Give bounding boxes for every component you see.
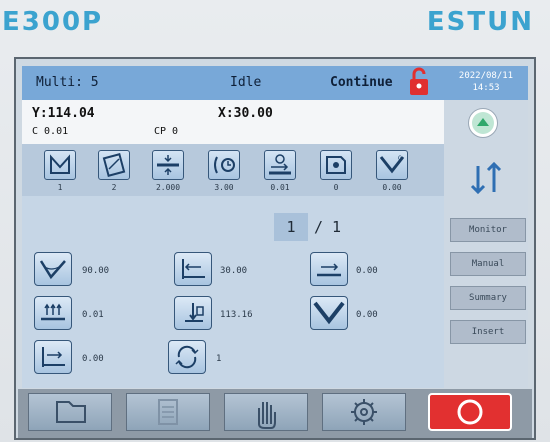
run-mode[interactable]: Continue bbox=[330, 75, 393, 90]
sidebar: Monitor Manual Summary Insert bbox=[444, 100, 528, 388]
crowning-icon[interactable] bbox=[310, 296, 348, 330]
x-position: X:30.00 bbox=[218, 106, 273, 121]
y-axis-value: 113.16 bbox=[220, 310, 253, 320]
stop-icon[interactable] bbox=[428, 393, 512, 431]
folder-icon[interactable] bbox=[28, 393, 112, 431]
machine-state: Idle bbox=[230, 75, 262, 90]
repeat-icon[interactable] bbox=[168, 340, 206, 374]
x-axis-icon[interactable] bbox=[174, 252, 212, 286]
bend-angle-icon[interactable] bbox=[34, 252, 72, 286]
cp-value: CP 0 bbox=[154, 126, 179, 137]
y-axis-icon[interactable] bbox=[174, 296, 212, 330]
r-axis-icon[interactable] bbox=[310, 252, 348, 286]
brand-logo: ESTUN bbox=[426, 7, 534, 37]
gear-icon[interactable] bbox=[322, 393, 406, 431]
summary-button[interactable]: Summary bbox=[450, 286, 526, 310]
bend-angle-value: 90.00 bbox=[82, 266, 110, 276]
date: 2022/08/11 bbox=[458, 71, 514, 81]
thickness-icon[interactable] bbox=[152, 150, 184, 180]
repeat-value: 1 bbox=[216, 354, 222, 364]
model-label: E300P bbox=[2, 7, 104, 37]
multi-count: Multi: 5 bbox=[36, 75, 99, 90]
retract-icon[interactable] bbox=[34, 340, 72, 374]
angle-value: 0.00 bbox=[382, 183, 402, 192]
page-separator: / bbox=[314, 218, 324, 236]
backgauge-value: 0.01 bbox=[270, 183, 290, 192]
pressure-icon[interactable] bbox=[34, 296, 72, 330]
retract-value: 0.00 bbox=[82, 354, 104, 364]
up-arrow-icon[interactable] bbox=[468, 108, 498, 138]
y-position: Y:114.04 bbox=[32, 106, 95, 121]
swap-arrows-icon[interactable] bbox=[464, 158, 508, 198]
controller-screen: Multi: 5 Idle Continue 2022/08/11 14:53 … bbox=[14, 57, 536, 440]
current-page[interactable]: 1 bbox=[274, 213, 308, 241]
thickness-value: 2.000 bbox=[155, 183, 181, 192]
r-axis-value: 0.00 bbox=[356, 266, 378, 276]
lock-icon[interactable] bbox=[408, 67, 430, 97]
angle-icon[interactable]: G bbox=[376, 150, 408, 180]
material-icon[interactable] bbox=[320, 150, 352, 180]
hand-icon[interactable] bbox=[224, 393, 308, 431]
length-icon[interactable] bbox=[208, 150, 240, 180]
monitor-button[interactable]: Monitor bbox=[450, 218, 526, 242]
manual-button[interactable]: Manual bbox=[450, 252, 526, 276]
insert-button[interactable]: Insert bbox=[450, 320, 526, 344]
tooling-toolbar: 1 2 2.000 3.00 0.01 0 G 0.00 bbox=[22, 144, 444, 196]
punch-icon[interactable] bbox=[98, 150, 130, 180]
die-icon[interactable] bbox=[44, 150, 76, 180]
status-bar: Multi: 5 Idle Continue bbox=[22, 66, 444, 100]
bottom-toolbar bbox=[18, 389, 532, 438]
pressure-value: 0.01 bbox=[82, 310, 104, 320]
datetime: 2022/08/11 14:53 bbox=[444, 66, 528, 100]
material-value: 0 bbox=[333, 183, 339, 192]
backgauge-icon[interactable] bbox=[264, 150, 296, 180]
crowning-value: 0.00 bbox=[356, 310, 378, 320]
die-value: 1 bbox=[57, 183, 63, 192]
position-readout: Y:114.04 X:30.00 C 0.01 CP 0 bbox=[22, 100, 444, 144]
time: 14:53 bbox=[472, 83, 500, 93]
length-value: 3.00 bbox=[214, 183, 234, 192]
punch-value: 2 bbox=[111, 183, 117, 192]
total-pages: 1 bbox=[332, 218, 342, 236]
x-axis-value: 30.00 bbox=[220, 266, 248, 276]
program-panel: 1 2 2.000 3.00 0.01 0 G 0.00 1 / 1 90.00… bbox=[22, 144, 444, 388]
document-icon[interactable] bbox=[126, 393, 210, 431]
svg-text:G: G bbox=[398, 155, 402, 162]
page-indicator: 1 / 1 bbox=[274, 213, 360, 241]
c-value: C 0.01 bbox=[32, 126, 69, 137]
